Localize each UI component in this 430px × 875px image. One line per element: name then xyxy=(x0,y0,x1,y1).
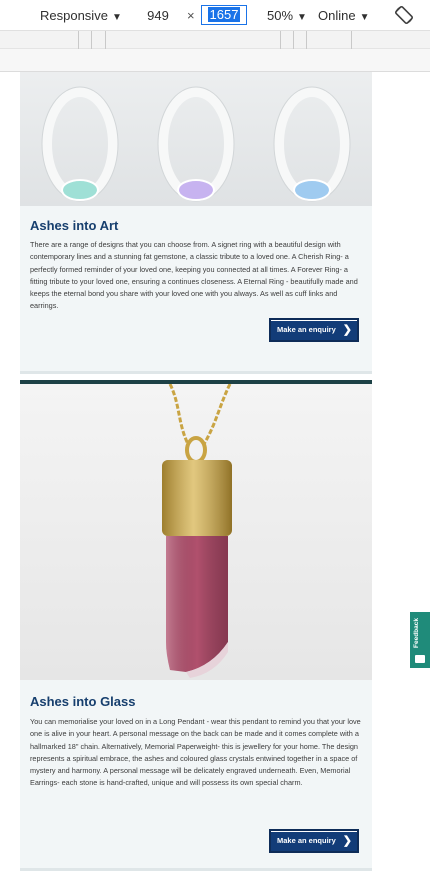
media-query-bar[interactable] xyxy=(0,31,430,49)
gemstone-icon xyxy=(293,179,331,201)
media-query-marker xyxy=(306,31,307,49)
height-input[interactable]: 1657 xyxy=(201,5,247,25)
product-card-glass: Ashes into Glass You can memorialise you… xyxy=(20,380,372,871)
media-query-marker xyxy=(78,31,79,49)
card-description: You can memorialise your loved on in a L… xyxy=(30,717,361,788)
card-title: Ashes into Glass xyxy=(30,694,136,709)
chevron-right-icon: ❯ xyxy=(342,324,352,336)
caret-down-icon: ▼ xyxy=(297,12,307,23)
feedback-label: Feedback xyxy=(413,618,420,648)
media-query-marker xyxy=(351,31,352,49)
device-select[interactable]: Responsive ▼ xyxy=(40,0,122,31)
feedback-tab[interactable]: Feedback xyxy=(410,612,430,668)
zoom-select[interactable]: 50% ▼ xyxy=(267,0,307,31)
device-toolbar: Responsive ▼ 949 × 1657 50% ▼ Online ▼ xyxy=(0,0,430,31)
gemstone-icon xyxy=(61,179,99,201)
make-enquiry-button[interactable]: Make an enquiry ❯ xyxy=(269,829,359,853)
card-title: Ashes into Art xyxy=(30,218,119,233)
gemstone-icon xyxy=(177,179,215,201)
height-value: 1657 xyxy=(207,7,241,22)
button-label: Make an enquiry xyxy=(277,836,336,845)
caret-down-icon: ▼ xyxy=(359,12,370,23)
caret-down-icon: ▼ xyxy=(111,12,122,23)
viewport-ruler xyxy=(0,49,430,72)
rings-image xyxy=(20,72,372,206)
media-query-marker xyxy=(91,31,92,49)
media-query-marker xyxy=(293,31,294,49)
width-input[interactable]: 949 xyxy=(136,0,180,31)
pendant-image xyxy=(20,384,372,680)
make-enquiry-button[interactable]: Make an enquiry ❯ xyxy=(269,318,359,342)
feedback-icon xyxy=(415,655,425,663)
device-label: Responsive xyxy=(40,8,108,23)
page-content: Ashes into Art There are a range of desi… xyxy=(20,72,372,875)
chevron-right-icon: ❯ xyxy=(342,835,352,847)
product-card-art: Ashes into Art There are a range of desi… xyxy=(20,72,372,374)
button-label: Make an enquiry xyxy=(277,325,336,334)
device-viewport: Ashes into Art There are a range of desi… xyxy=(0,72,430,875)
rotate-icon[interactable] xyxy=(392,3,416,27)
dimension-separator: × xyxy=(187,8,195,23)
media-query-marker xyxy=(280,31,281,49)
network-throttle-select[interactable]: Online ▼ xyxy=(318,0,369,31)
network-label: Online xyxy=(318,8,356,23)
card-description: There are a range of designs that you ca… xyxy=(30,240,358,311)
zoom-label: 50% xyxy=(267,8,294,23)
media-query-marker xyxy=(105,31,106,49)
